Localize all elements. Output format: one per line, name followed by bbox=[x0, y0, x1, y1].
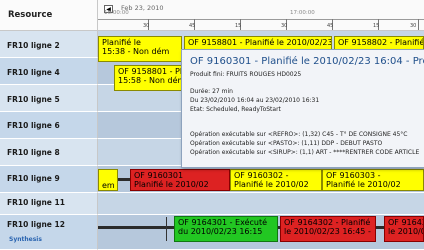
tick-label: 30 bbox=[281, 23, 288, 29]
task-bar[interactable]: OF 9160302 - Planifié le 2010/02 bbox=[230, 169, 322, 191]
task-bar-text: OF 9164301 - Exécuté bbox=[178, 218, 268, 227]
row-label: FR10 ligne 12 bbox=[7, 220, 65, 229]
tick-label: 45 bbox=[189, 23, 196, 29]
tick-label: 15 bbox=[373, 23, 380, 29]
tooltip-status: Etat: Scheduled, ReadyToStart bbox=[190, 106, 281, 113]
task-bar-text: OF 9160302 - bbox=[234, 171, 289, 180]
task-bar-text: Planifié le 2010/02 bbox=[134, 180, 209, 189]
row-track bbox=[98, 193, 424, 215]
tooltip-operation: Opération exécutable sur <REFRO>: (1,32)… bbox=[190, 131, 408, 138]
tooltip-period: Du 23/02/2010 16:04 au 23/02/2010 16:31 bbox=[190, 97, 320, 104]
row-label: FR10 ligne 11 bbox=[7, 198, 65, 207]
resource-column-header: Resource bbox=[0, 0, 98, 31]
task-bar-text: Planifié le 2010/02 bbox=[234, 180, 309, 189]
task-bar-text: le 2010/02 bbox=[388, 227, 423, 236]
tooltip-product: Produit fini: FRUITS ROUGES HD0025 bbox=[190, 71, 302, 78]
task-bar-text: OF 9158802 - Planifié le bbox=[338, 38, 424, 47]
task-bar[interactable]: OF 9160303 - Planifié le 2010/02 bbox=[322, 169, 424, 191]
task-bar-text: OF 9164302 - Planifié bbox=[284, 218, 371, 227]
row-header[interactable]: FR10 ligne 4 bbox=[0, 58, 98, 85]
task-bar[interactable]: em bbox=[98, 169, 118, 191]
tooltip-operation: Opération exécutable sur <PASTO>: (1,11)… bbox=[190, 140, 383, 147]
tooltip-operation: Opération exécutable sur <SIRUP>: (1,1) … bbox=[190, 149, 420, 156]
tooltip-duration: Durée: 27 min bbox=[190, 88, 233, 95]
row-header[interactable]: FR10 ligne 11 bbox=[0, 193, 98, 215]
timeline-start-time: 16:00:00 bbox=[104, 10, 129, 16]
row-header[interactable]: FR10 ligne 2 bbox=[0, 31, 98, 58]
task-bar-text: 15:38 - Non dém bbox=[102, 47, 170, 56]
row-label: FR10 ligne 8 bbox=[7, 148, 60, 157]
row-header[interactable]: FR10 ligne 6 bbox=[0, 112, 98, 139]
task-bar[interactable]: OF 9158801 - Planifié le 15:58 - Non dém bbox=[114, 65, 184, 91]
task-bar-text: OF 9158801 - Planifié le bbox=[118, 67, 183, 76]
task-bar-text: OF 9164303 bbox=[388, 218, 423, 227]
synthesis-link[interactable]: Synthesis bbox=[9, 236, 42, 243]
task-bar[interactable]: OF 9158801 - Planifié le 2010/02/23 bbox=[184, 36, 332, 50]
task-bar[interactable]: OF 9164301 - Exécuté du 2010/02/23 16:15 bbox=[174, 216, 278, 242]
task-bar[interactable]: OF 9164302 - Planifié le 2010/02/23 16:4… bbox=[280, 216, 376, 242]
timeline-mid-time: 17:00:00 bbox=[290, 10, 315, 16]
time-marker bbox=[166, 217, 167, 241]
row-header[interactable]: FR10 ligne 9 bbox=[0, 166, 98, 193]
task-bar[interactable]: OF 9164303 le 2010/02 bbox=[384, 216, 424, 242]
tick-label: 15 bbox=[235, 23, 242, 29]
row-label: FR10 ligne 9 bbox=[7, 174, 60, 183]
row-header[interactable]: FR10 ligne 12 bbox=[0, 215, 98, 250]
task-bar-text: 15:58 - Non dém bbox=[118, 76, 184, 85]
row-label: FR10 ligne 2 bbox=[7, 41, 60, 50]
timeline-tick bbox=[418, 19, 419, 30]
task-bar[interactable]: Planifié le 15:38 - Non dém bbox=[98, 36, 182, 62]
resource-header-label: Resource bbox=[8, 10, 53, 20]
tick-label: 45 bbox=[327, 23, 334, 29]
task-bar-text: OF 9160303 - bbox=[326, 171, 381, 180]
tooltip-title: OF 9160301 - Planifié le 2010/02/23 16:0… bbox=[190, 56, 424, 67]
task-tooltip: OF 9160301 - Planifié le 2010/02/23 16:0… bbox=[181, 49, 424, 168]
task-bar-text: OF 9160301 bbox=[134, 171, 184, 180]
task-bar-text: Planifié le bbox=[102, 38, 141, 47]
task-bar[interactable]: OF 9160301 Planifié le 2010/02 bbox=[130, 169, 230, 191]
task-bar-text: du 2010/02/23 16:15 bbox=[178, 227, 263, 236]
tick-label: 30 bbox=[410, 23, 417, 29]
tick-label: 30 bbox=[143, 23, 150, 29]
row-label: FR10 ligne 5 bbox=[7, 95, 60, 104]
task-bar-text: Planifié le 2010/02 bbox=[326, 180, 401, 189]
task-bar-text: OF 9158801 - Planifié le 2010/02/23 bbox=[188, 38, 332, 47]
task-bar-text: em bbox=[102, 181, 115, 190]
row-label: FR10 ligne 6 bbox=[7, 121, 60, 130]
task-bar[interactable]: OF 9158802 - Planifié le bbox=[334, 36, 424, 50]
task-bar-text: le 2010/02/23 16:45 - bbox=[284, 227, 371, 236]
row-label: FR10 ligne 4 bbox=[7, 68, 60, 77]
row-header[interactable]: FR10 ligne 5 bbox=[0, 85, 98, 112]
timeline-scale bbox=[98, 19, 424, 20]
row-header[interactable]: FR10 ligne 8 bbox=[0, 139, 98, 166]
